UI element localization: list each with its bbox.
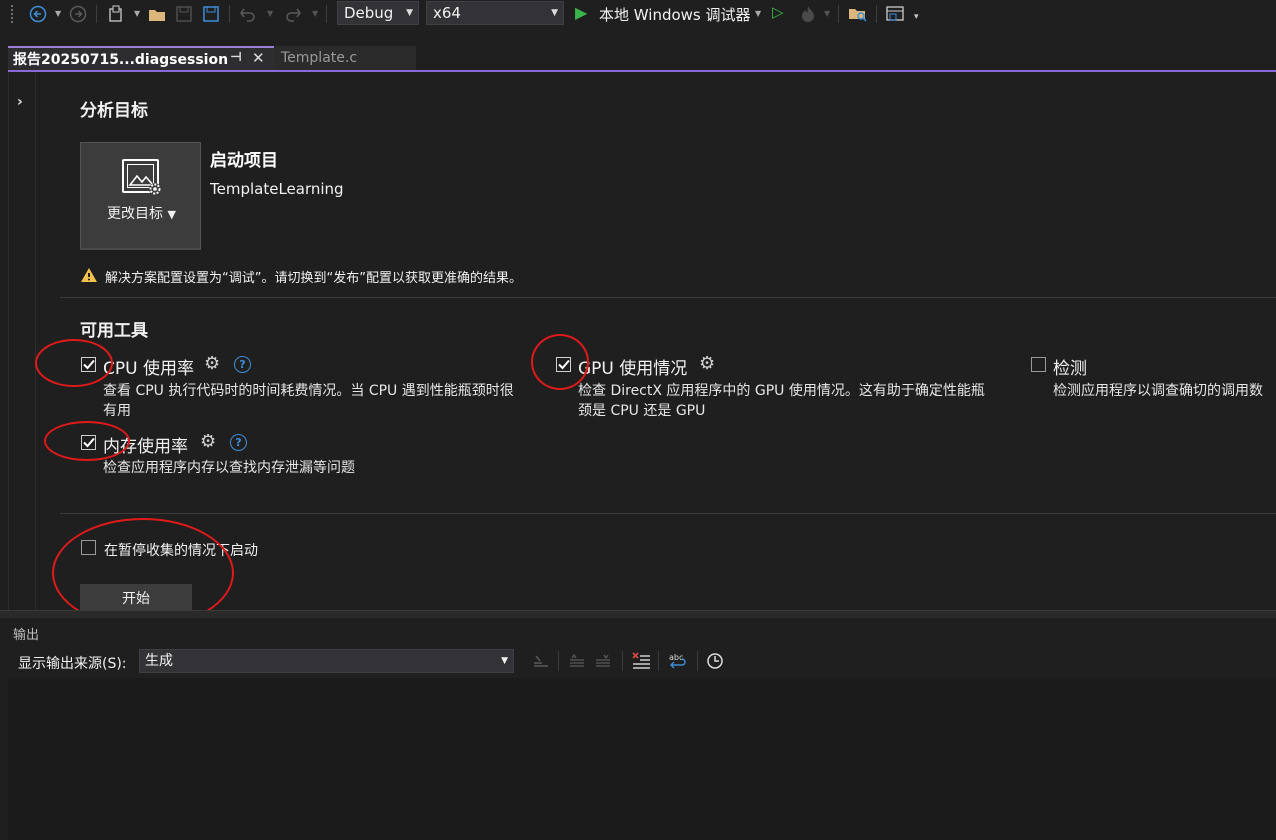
cpu-usage-label[interactable]: CPU 使用率: [103, 354, 194, 379]
tab-diagsession-label: 报告20250715...diagsession: [13, 52, 229, 68]
tab-template-c[interactable]: Template.c: [274, 46, 416, 70]
redo-dropdown-icon: ▼: [312, 9, 319, 18]
svg-text:ab: ab: [669, 653, 679, 662]
run-dropdown-icon[interactable]: ▼: [755, 9, 761, 18]
cpu-help-icon[interactable]: ?: [234, 356, 251, 373]
change-target-label: 更改目标 ▼: [107, 206, 176, 222]
start-button[interactable]: 开始: [80, 584, 192, 612]
new-project-icon[interactable]: [106, 3, 128, 25]
startup-project-title: 启动项目: [210, 151, 278, 171]
instrumentation-label[interactable]: 检测: [1053, 354, 1087, 379]
gpu-usage-description: 检查 DirectX 应用程序中的 GPU 使用情况。这有助于确定性能瓶 颈是 …: [578, 383, 985, 419]
output-title: 输出: [13, 628, 40, 643]
run-without-debug-icon[interactable]: ▷: [772, 3, 784, 21]
section-divider: [60, 513, 1276, 514]
undo-dropdown-icon: ▼: [267, 9, 274, 18]
config-value: Debug: [344, 4, 394, 22]
undo-icon: [237, 3, 259, 25]
prev-message-icon: [566, 651, 588, 671]
save-all-icon[interactable]: [200, 3, 222, 25]
side-divider: [35, 72, 36, 610]
word-wrap-icon[interactable]: ab c: [667, 651, 689, 671]
cpu-usage-description: 查看 CPU 执行代码时的时间耗费情况。当 CPU 遇到性能瓶颈时很 有用: [103, 383, 514, 419]
back-dropdown-icon[interactable]: ▼: [55, 9, 61, 18]
forward-icon[interactable]: [67, 3, 89, 25]
run-icon[interactable]: ▶: [575, 3, 587, 22]
instrumentation-checkbox[interactable]: [1031, 357, 1046, 372]
chevron-down-icon: ▼: [501, 656, 508, 666]
instrumentation-description: 检测应用程序以调查确切的调用数: [1053, 383, 1263, 399]
platform-select[interactable]: x64 ▼: [426, 1, 564, 25]
tab-template-c-label: Template.c: [281, 50, 358, 66]
available-tools-heading: 可用工具: [80, 321, 148, 341]
cpu-usage-checkbox[interactable]: [81, 357, 96, 372]
output-source-label: 显示输出来源(S):: [18, 656, 127, 672]
new-dropdown-icon[interactable]: ▼: [134, 9, 140, 18]
back-icon[interactable]: [27, 3, 49, 25]
clock-icon[interactable]: [704, 651, 726, 671]
memory-usage-label[interactable]: 内存使用率: [103, 432, 188, 457]
config-warning-text: 解决方案配置设置为“调试”。请切换到“发布”配置以获取更准确的结果。: [105, 271, 522, 286]
hot-reload-icon: [798, 3, 818, 25]
toolbar-overflow-icon[interactable]: ▾: [914, 12, 919, 22]
gpu-usage-checkbox[interactable]: [556, 357, 571, 372]
toolbar-grip[interactable]: [10, 4, 14, 24]
memory-help-icon[interactable]: ?: [230, 434, 247, 451]
memory-usage-description: 检查应用程序内存以查找内存泄漏等问题: [103, 460, 355, 476]
main-toolbar: ▼ ▼ ▼ ▼ Debug ▼ x64 ▼ ▶ 本地 Windows 调试器 ▼…: [0, 0, 1276, 28]
memory-settings-gear-icon[interactable]: ⚙: [200, 431, 216, 452]
change-target-button[interactable]: 更改目标 ▼: [80, 142, 201, 250]
find-message-icon: [530, 651, 552, 671]
analysis-target-heading: 分析目标: [80, 101, 148, 121]
config-select[interactable]: Debug ▼: [337, 1, 419, 25]
redo-icon: [282, 3, 304, 25]
target-image-icon: [122, 159, 161, 195]
platform-value: x64: [433, 4, 461, 22]
output-text-area[interactable]: [8, 678, 1276, 840]
output-splitter[interactable]: [0, 610, 1276, 618]
expand-chevron-icon[interactable]: ›: [17, 94, 23, 110]
output-source-select[interactable]: 生成 ▼: [139, 649, 514, 673]
chevron-down-icon: ▼: [551, 8, 558, 18]
output-source-value: 生成: [145, 653, 173, 669]
gpu-settings-gear-icon[interactable]: ⚙: [699, 353, 715, 374]
close-icon[interactable]: ✕: [252, 49, 265, 67]
save-icon: [173, 3, 195, 25]
start-paused-checkbox[interactable]: [81, 540, 96, 555]
clear-all-icon[interactable]: [630, 651, 652, 671]
open-folder-icon[interactable]: [146, 3, 168, 25]
pin-icon[interactable]: ⊣: [230, 50, 242, 65]
next-message-icon: [592, 651, 614, 671]
window-layout-icon[interactable]: [884, 3, 906, 25]
section-divider: [60, 297, 1276, 298]
startup-project-name: TemplateLearning: [210, 180, 344, 198]
memory-usage-checkbox[interactable]: [81, 435, 96, 450]
hot-reload-dropdown-icon: ▼: [824, 9, 831, 18]
gpu-usage-label[interactable]: GPU 使用情况: [578, 354, 687, 379]
chevron-down-icon: ▼: [406, 8, 413, 18]
start-paused-label[interactable]: 在暂停收集的情况下启动: [104, 540, 258, 560]
warning-icon: [80, 267, 98, 283]
cpu-settings-gear-icon[interactable]: ⚙: [204, 353, 220, 374]
run-debugger-label[interactable]: 本地 Windows 调试器: [599, 4, 751, 25]
svg-text:c: c: [679, 653, 683, 662]
explorer-icon[interactable]: [847, 3, 869, 25]
tab-diagsession[interactable]: 报告20250715...diagsession ⊣ ✕: [8, 46, 274, 70]
